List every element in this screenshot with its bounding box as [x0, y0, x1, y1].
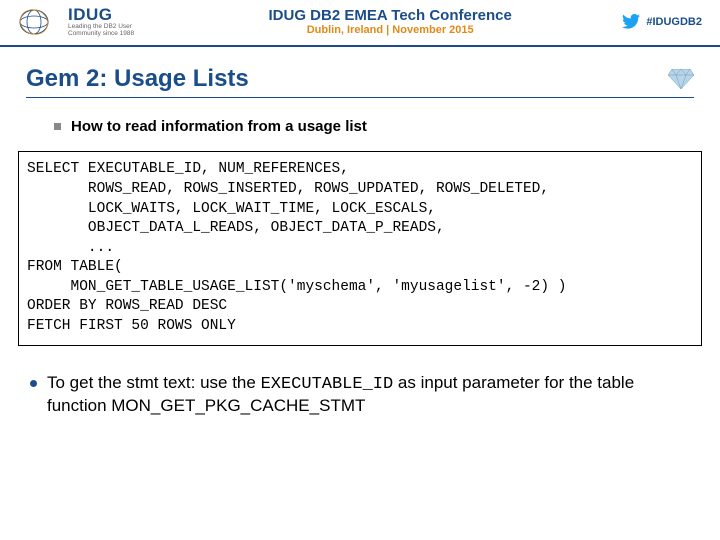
- conference-title: IDUG DB2 EMEA Tech Conference: [158, 7, 622, 24]
- logo-tagline: Leading the DB2 User Community since 198…: [68, 24, 158, 38]
- bullet-item: How to read information from a usage lis…: [54, 118, 694, 135]
- slide-title-text: Gem 2: Usage Lists: [26, 65, 249, 92]
- note-prefix: To get the stmt text: use the: [47, 373, 261, 392]
- header-left: IDUG Leading the DB2 User Community sinc…: [18, 6, 158, 37]
- slide-header: IDUG Leading the DB2 User Community sinc…: [0, 0, 720, 47]
- logo-name: IDUG: [68, 6, 158, 24]
- slide-content: Gem 2: Usage Lists How to read informati…: [0, 47, 720, 426]
- logo-text: IDUG Leading the DB2 User Community sinc…: [68, 6, 158, 37]
- globe-logo-icon: [18, 7, 60, 37]
- square-bullet-icon: [54, 123, 61, 130]
- conference-subtitle: Dublin, Ireland | November 2015: [158, 24, 622, 36]
- note-mono: EXECUTABLE_ID: [261, 375, 394, 394]
- header-right: #IDUGDB2: [622, 14, 702, 29]
- bullet-text: How to read information from a usage lis…: [71, 118, 367, 135]
- sql-code-block: SELECT EXECUTABLE_ID, NUM_REFERENCES, RO…: [18, 151, 702, 345]
- hashtag: #IDUGDB2: [646, 16, 702, 28]
- slide-title: Gem 2: Usage Lists: [26, 65, 694, 98]
- diamond-icon: [668, 69, 694, 89]
- note-item: To get the stmt text: use the EXECUTABLE…: [30, 372, 694, 417]
- note-text: To get the stmt text: use the EXECUTABLE…: [47, 372, 684, 417]
- dot-bullet-icon: [30, 380, 37, 387]
- twitter-icon: [622, 14, 640, 29]
- header-center: IDUG DB2 EMEA Tech Conference Dublin, Ir…: [158, 7, 622, 36]
